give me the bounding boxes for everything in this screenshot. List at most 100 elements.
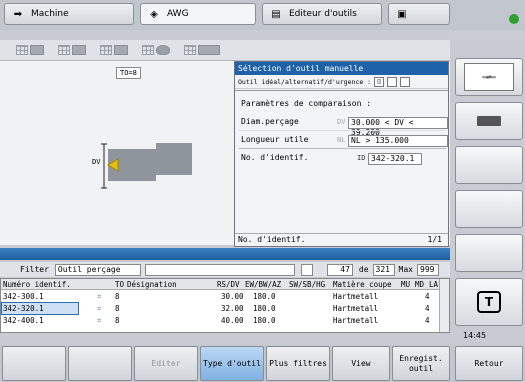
filter-total: 321 [372,263,395,276]
footer-page: 1/1 [427,235,442,244]
dialog-footer: No. d'identif. 1/1 [235,233,448,246]
more-filters-button[interactable]: Plus filtres [266,346,330,381]
grid-list-icon[interactable] [58,45,86,55]
right-panel-top [452,30,525,44]
cell-rsdv: 30.00 [221,292,244,301]
filter-row: Filter Outil perçage 47 de 321 Max 999 [0,262,450,277]
softkey-2[interactable] [68,346,132,381]
filter-of-label: de [358,265,369,274]
alternative-tool-checkbox[interactable] [387,76,398,87]
footer-label: No. d'identif. [238,235,306,244]
col-header-material[interactable]: Matière coupe [333,279,392,290]
diam-field[interactable]: 30.000 < DV < 39.200 [348,117,448,137]
length-field[interactable]: NL > 135.000 [348,135,448,147]
table-row[interactable]: 342-400.1 ⌗ 8 40.00 180.0 Hartmetall 4 [1,315,441,326]
floppy-disk-icon: ▣ [397,8,407,20]
compare-heading: Paramètres de comparaison : [241,99,372,108]
cell-to: 8 [115,316,120,325]
col-header-rsdv[interactable]: RS/DV [217,279,240,290]
ident-prefix: ID [357,154,366,162]
grid-view-icon[interactable] [16,45,44,55]
filter-max-value: 999 [417,263,439,276]
length-prefix: NL [337,136,346,144]
side-button-3[interactable] [455,146,523,184]
cell-material: Hartmetall [333,292,379,301]
cell-md: 4 [425,304,430,313]
arrow-right-icon: ➡ [13,8,23,20]
filter-label: Filter [20,265,49,274]
tab-tool-editor[interactable]: ▤ Editeur d'outils [262,3,382,25]
view-icon-row [0,40,450,60]
grid-tool-icon[interactable] [184,45,220,55]
drill-icon: ⌗ [97,316,102,325]
mode-tab-bar: ➡ Machine ◈ AWG ▤ Editeur d'outils ▣ [0,0,525,30]
divider [239,130,446,131]
col-header-id[interactable]: Numéro identif. ▲ [3,279,75,290]
filter-input[interactable]: Outil perçage [54,263,141,276]
filter-extra-input[interactable] [144,263,295,276]
ident-field[interactable]: 342-320.1 [368,153,422,165]
cell-md: 4 [425,316,430,325]
tool-table-button[interactable]: T [455,278,523,326]
view-button[interactable]: View [332,346,390,381]
tool-holder-button[interactable] [455,102,523,140]
col-header-ewbwaz[interactable]: EW/BW/AZ [245,279,281,290]
toolbar-strip [0,30,450,38]
tab-tool-editor-label: Editeur d'outils [289,9,357,19]
cell-to: 8 [115,292,120,301]
side-button-4[interactable] [455,190,523,228]
grid-detail-icon[interactable] [100,45,128,55]
clock: 14:45 [463,331,487,340]
col-header-to[interactable]: TO [115,279,124,290]
tool-t-icon: T [477,291,501,313]
table-row[interactable]: 342-300.1 ⌗ 8 30.00 180.0 Hartmetall 4 [1,291,441,302]
dialog-title: Sélection d'outil manuelle [235,62,448,75]
tab-machine[interactable]: ➡ Machine [4,3,134,25]
filter-count: 47 [326,263,353,276]
table-scrollbar[interactable] [439,279,449,332]
tab-machine-label: Machine [31,9,69,19]
manual-tool-selection-dialog: Sélection d'outil manuelle Outil idéal/a… [234,61,449,247]
machine-view-icon: ▭⇄▭ [464,63,514,91]
cell-ewbwaz: 180.0 [253,292,276,301]
col-header-swsbhg[interactable]: SW/SB/HG [289,279,325,290]
cell-material: Hartmetall [333,304,379,313]
cell-id: 342-300.1 [3,292,44,301]
tool-type-button[interactable]: Type d'outil [200,346,264,381]
drill-icon: ⌗ [97,292,102,301]
col-header-designation[interactable]: Désignation [127,279,177,290]
diam-prefix: DV [337,118,346,126]
col-header-la[interactable]: LA [429,279,438,290]
cell-md: 4 [425,292,430,301]
drill-tool-drawing: DV [92,143,192,189]
back-button[interactable]: Retour [455,346,523,381]
grid-favorite-icon[interactable] [142,45,170,55]
edit-button[interactable]: Editer [134,346,198,381]
tab-save[interactable]: ▣ [388,3,450,25]
cell-ewbwaz: 180.0 [253,304,276,313]
col-header-md[interactable]: MD [415,279,424,290]
diamond-arrow-icon: ◈ [150,8,158,20]
cell-ewbwaz: 180.0 [253,316,276,325]
tab-awg[interactable]: ◈ AWG [140,3,256,25]
filter-small-box[interactable] [300,263,313,276]
emergency-tool-checkbox[interactable] [400,76,411,87]
table-header: Numéro identif. ▲ TO Désignation RS/DV E… [1,279,441,290]
softkey-1[interactable] [2,346,66,381]
cell-to: 8 [115,304,120,313]
cell-rsdv: 40.00 [221,316,244,325]
ideal-tool-row: Outil idéal/alternatif/d'urgence : ◫ [235,75,448,89]
drill-icon: ⌗ [97,304,102,313]
save-tool-button[interactable]: Enregist. outil [392,346,450,381]
length-label: Longueur utile [241,135,309,144]
cell-material: Hartmetall [333,316,379,325]
side-button-5[interactable] [455,234,523,272]
cell-id: 342-320.1 [1,302,79,315]
section-divider [0,248,450,260]
col-header-mu[interactable]: MU [401,279,410,290]
table-row-selected[interactable]: 342-320.1 ⌗ 8 32.00 180.0 Hartmetall 4 [1,302,441,315]
machine-view-button[interactable]: ▭⇄▭ [455,58,523,96]
ideal-tool-checkbox[interactable]: ◫ [374,76,385,87]
ident-label: No. d'identif. [241,153,309,162]
diam-label: Diam.perçage [241,117,299,126]
